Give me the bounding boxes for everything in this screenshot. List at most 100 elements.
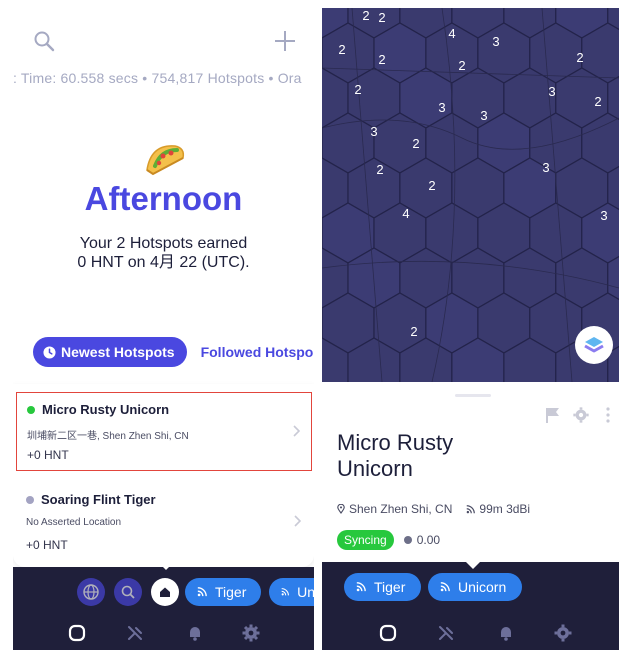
hex-count-label: 2 [412, 136, 419, 151]
chip-label: Unicorn [458, 579, 507, 595]
greeting-title: Afternoon [84, 180, 243, 217]
pin-icon [337, 504, 345, 514]
tab-newest-hotspots[interactable]: Newest Hotspots [33, 337, 187, 367]
tab-newest-label: Newest Hotspots [61, 344, 175, 360]
hex-count-label: 2 [376, 162, 383, 177]
bottom-bar: Tiger Unicorn [322, 562, 619, 650]
hotspot-list: Micro Rusty Unicorn 圳埔新二区一巷, Shen Zhen S… [13, 384, 314, 567]
hex-count-label: 2 [338, 42, 345, 57]
antenna-icon [467, 504, 476, 513]
selection-pointer [158, 562, 174, 570]
chip-label: Un [297, 584, 314, 600]
more-icon[interactable] [605, 406, 611, 424]
top-bar [13, 28, 314, 58]
status-dot [27, 405, 35, 414]
search-button[interactable] [114, 578, 142, 606]
hotspot-title: Micro Rusty Unicorn [337, 430, 537, 482]
hex-count-label: 2 [458, 58, 465, 73]
chip-unicorn[interactable]: Un [269, 578, 314, 606]
chip-unicorn[interactable]: Unicorn [428, 573, 522, 601]
drag-handle[interactable] [455, 394, 491, 397]
hex-count-label: 2 [378, 10, 385, 25]
network-ticker: : Time: 60.558 secs • 754,817 Hotspots •… [13, 70, 302, 86]
transfer-icon[interactable] [125, 623, 145, 643]
earnings-line-1: Your 2 Hotspots earned [79, 235, 248, 252]
hotspot-row[interactable]: Micro Rusty Unicorn 圳埔新二区一巷, Shen Zhen S… [16, 392, 312, 471]
hex-count-label: 4 [448, 26, 455, 41]
tab-followed-hotspots[interactable]: Followed Hotspo [201, 337, 314, 367]
tab-bar [13, 623, 314, 647]
clock-icon [43, 345, 56, 359]
hex-count-label: 2 [378, 52, 385, 67]
sync-status-badge: Syncing [337, 530, 394, 550]
layers-icon [584, 337, 604, 353]
hex-count-label: 3 [542, 160, 549, 175]
antenna-spec: 99m 3dBi [479, 502, 531, 516]
transfer-icon[interactable] [436, 623, 456, 643]
globe-icon [83, 584, 99, 600]
hotspot-detail-screen: 222432232333223243222 Micro Rusty Unicor… [322, 8, 619, 650]
hotspot-title-line-1: Micro Rusty [337, 430, 454, 455]
hotspot-meta: Shen Zhen Shi, CN 99m 3dBi [337, 502, 530, 516]
hnt-dot [403, 536, 412, 544]
hex-count-label: 4 [402, 206, 409, 221]
hex-count-label: 3 [370, 124, 377, 139]
hotspot-reward: +0 HNT [26, 538, 68, 552]
hotspot-detail-sheet: Micro Rusty Unicorn Shen Zhen Shi, CN 99… [322, 382, 619, 562]
hex-count-label: 3 [438, 100, 445, 115]
hotspot-title-line-2: Unicorn [337, 456, 413, 481]
search-icon[interactable] [33, 30, 55, 52]
hotspot-tabs: Newest Hotspots Followed Hotspo [33, 337, 314, 367]
plus-icon[interactable] [272, 28, 298, 54]
status-row: Syncing 0.00 [337, 530, 440, 550]
hotspot-location: Shen Zhen Shi, CN [349, 502, 453, 516]
globe-button[interactable] [77, 578, 105, 606]
chip-tiger[interactable]: Tiger [185, 578, 261, 606]
hotspot-location: 圳埔新二区一巷, Shen Zhen Shi, CN [27, 431, 189, 442]
gear-icon[interactable] [241, 623, 261, 643]
bottom-bar: Tiger Un [13, 567, 314, 650]
helium-icon[interactable] [67, 623, 87, 643]
hex-count-label: 3 [480, 108, 487, 123]
hex-count-label: 3 [548, 84, 555, 99]
chip-tiger[interactable]: Tiger [344, 573, 421, 601]
hotspot-location: No Asserted Location [26, 517, 122, 528]
home-screen: : Time: 60.558 secs • 754,817 Hotspots •… [13, 8, 314, 650]
hotspot-reward: +0 HNT [27, 448, 69, 462]
home-button[interactable] [151, 578, 179, 606]
bell-icon[interactable] [496, 623, 516, 643]
hotspot-icon [356, 582, 366, 592]
chip-label: Tiger [215, 584, 247, 600]
hotspot-icon [440, 582, 450, 592]
bell-icon[interactable] [185, 623, 205, 643]
hex-count-label: 2 [410, 324, 417, 339]
chevron-right-icon [293, 425, 301, 437]
helium-icon[interactable] [378, 623, 398, 643]
hex-count-label: 3 [492, 34, 499, 49]
flag-icon[interactable] [544, 406, 562, 424]
search-icon [121, 585, 135, 599]
home-icon [160, 587, 170, 597]
earnings-summary: Your 2 Hotspots earned 0 HNT on 4月 22 (U… [43, 234, 284, 272]
hex-count-label: 2 [428, 178, 435, 193]
hex-count-label: 2 [576, 50, 583, 65]
hotspot-name: Soaring Flint Tiger [26, 492, 156, 507]
hotspot-icon [281, 588, 289, 596]
gear-icon[interactable] [572, 406, 590, 424]
selection-pointer [465, 561, 481, 569]
hotspot-name-text: Soaring Flint Tiger [41, 492, 156, 507]
hotspot-name-text: Micro Rusty Unicorn [42, 402, 170, 417]
hex-count-label: 2 [362, 8, 369, 23]
layers-button[interactable] [575, 326, 613, 364]
gear-icon[interactable] [553, 623, 573, 643]
hnt-balance-value: 0.00 [416, 533, 441, 547]
hotspot-row[interactable]: Soaring Flint Tiger No Asserted Location… [16, 483, 312, 560]
hex-count-label: 2 [594, 94, 601, 109]
hnt-balance: 0.00 [403, 533, 441, 547]
hex-count-label: 3 [600, 208, 607, 223]
taco-emoji [146, 145, 185, 176]
hotspot-name: Micro Rusty Unicorn [27, 402, 169, 417]
tab-bar [322, 623, 619, 647]
status-dot [26, 495, 34, 504]
earnings-line-2: 0 HNT on 4月 22 (UTC). [77, 254, 250, 271]
